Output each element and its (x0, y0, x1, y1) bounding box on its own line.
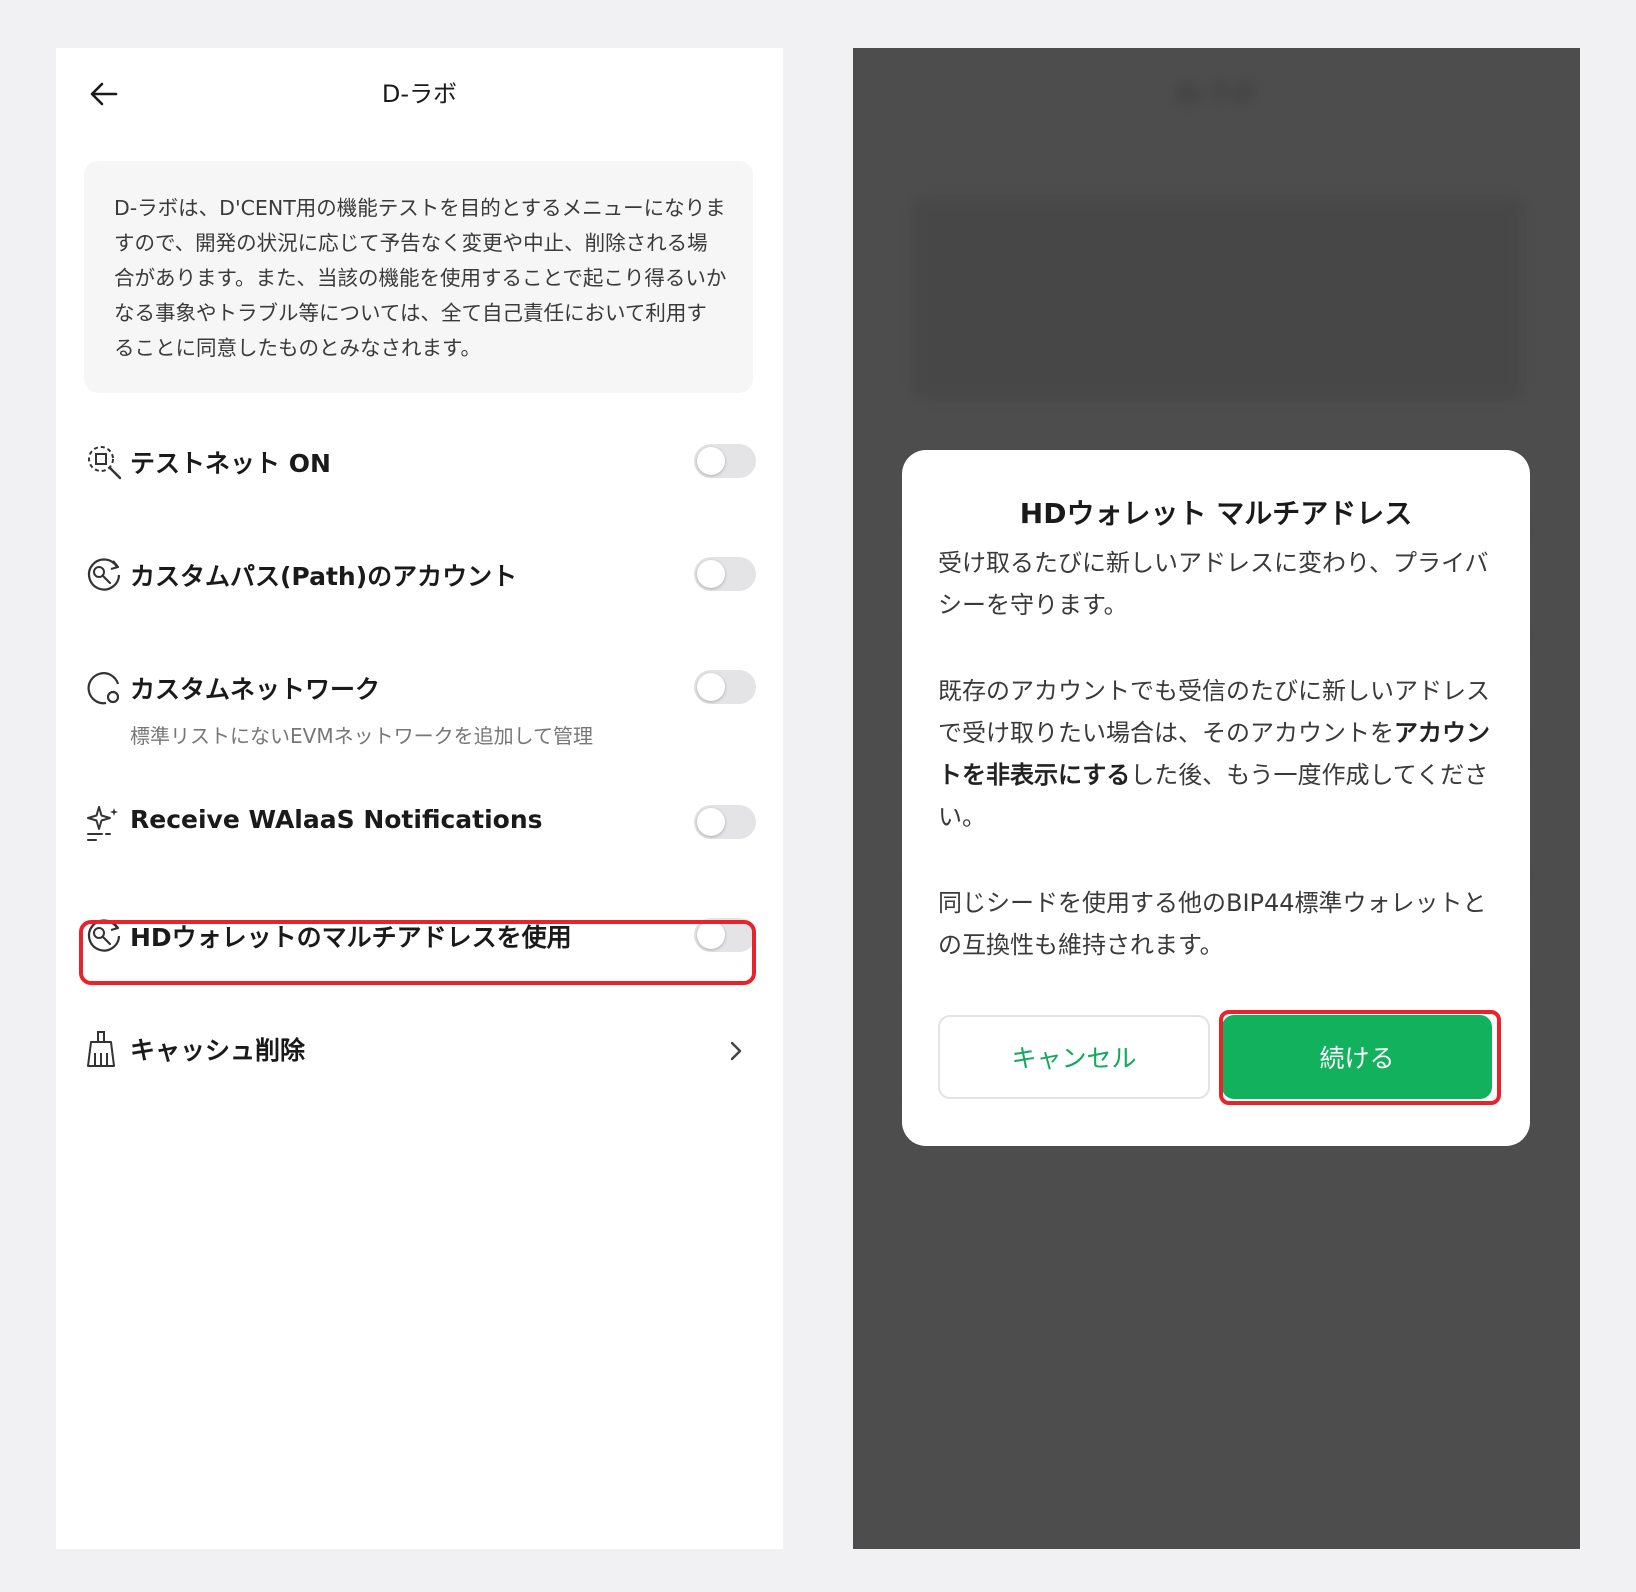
walaas-toggle[interactable] (694, 805, 756, 839)
setting-row-walaas: Receive WAlaaS Notifications (84, 801, 756, 845)
dialog-paragraph-1: 受け取るたびに新しいアドレスに変わり、プライバシーを守ります。 (938, 549, 1489, 619)
blurred-notice (913, 198, 1523, 398)
blurred-title: D-ラボ (1177, 80, 1256, 108)
setting-label: カスタムネットワーク (130, 675, 381, 704)
testnet-icon (88, 446, 122, 480)
dialog-title: HDウォレット マルチアドレス (1019, 497, 1413, 530)
broom-icon (87, 1031, 115, 1067)
custom-path-icon (87, 558, 121, 591)
custom-path-toggle[interactable] (694, 557, 756, 591)
settings-screen: D-ラボ D-ラボは、D'CENT用の機能テストを目的とするメニューになりますの… (56, 48, 783, 1549)
setting-row-custom-network: カスタムネットワーク 標準リストにないEVMネットワークを追加して管理 (84, 666, 756, 756)
header: D-ラボ (56, 48, 783, 138)
setting-row-testnet: テストネット ON (84, 440, 756, 484)
setting-label: キャッシュ削除 (130, 1036, 306, 1065)
toggle-knob (697, 560, 725, 588)
highlight-box (79, 920, 756, 985)
network-icon (87, 672, 120, 705)
highlight-box (1219, 1010, 1501, 1105)
notice-box: D-ラボは、D'CENT用の機能テストを目的とするメニューになりますので、開発の… (84, 161, 753, 393)
dialog-paragraph-3: 同じシードを使用する他のBIP44標準ウォレットとの互換性も維持されます。 (938, 889, 1487, 959)
setting-row-custom-path: カスタムパス(Path)のアカウント (84, 553, 756, 597)
dialog-paragraph-2: 既存のアカウントでも受信のたびに新しいアドレスで受け取りたい場合は、そのアカウン… (938, 670, 1494, 838)
setting-label: Receive WAlaaS Notifications (130, 805, 543, 834)
custom-network-toggle[interactable] (694, 670, 756, 704)
setting-sublabel: 標準リストにないEVMネットワークを追加して管理 (130, 724, 593, 748)
setting-label: カスタムパス(Path)のアカウント (130, 562, 518, 591)
toggle-knob (697, 808, 725, 836)
toggle-knob (697, 447, 725, 475)
testnet-toggle[interactable] (694, 444, 756, 478)
sparkle-icon (87, 806, 118, 841)
setting-row-clear-cache[interactable]: キャッシュ削除 (84, 1027, 756, 1071)
setting-label: テストネット ON (130, 449, 331, 478)
page-title: D-ラボ (381, 80, 458, 108)
toggle-knob (697, 673, 725, 701)
cancel-button[interactable]: キャンセル (938, 1015, 1210, 1099)
chevron-right-icon[interactable] (726, 1037, 746, 1065)
confirm-screen: D-ラボ HDウォレット マルチアドレス 受け取るたびに新しいアドレスに変わり、… (853, 48, 1580, 1549)
